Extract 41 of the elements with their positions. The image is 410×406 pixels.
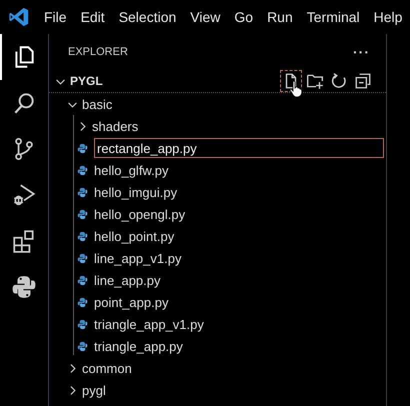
more-actions-button[interactable]: ··· [351, 44, 372, 60]
menu-item[interactable]: Run [260, 4, 300, 30]
refresh-icon[interactable] [330, 72, 348, 90]
menu-item[interactable]: Terminal [300, 4, 367, 30]
python-file-icon [77, 186, 88, 198]
python-file-icon [77, 164, 88, 176]
new-folder-icon[interactable] [306, 72, 324, 90]
menu-item[interactable]: Help [366, 4, 410, 30]
menu-item[interactable]: Selection [112, 4, 184, 30]
file-name[interactable]: point_app.py [94, 294, 168, 310]
sidebar-title: EXPLORER [68, 46, 128, 58]
python-file-icon [77, 252, 88, 264]
folder-name[interactable]: shaders [92, 118, 138, 134]
folder-name[interactable]: common [82, 360, 132, 376]
file-name[interactable]: line_app.py [94, 272, 160, 288]
collapse-all-icon[interactable] [354, 72, 372, 90]
rename-input-field[interactable]: rectangle_app.py [94, 138, 384, 158]
hand-cursor-icon [289, 80, 303, 98]
python-icon[interactable] [11, 274, 37, 300]
python-file-icon [77, 230, 88, 242]
python-file-icon [77, 208, 88, 220]
file-name[interactable]: triangle_app_v1.py [94, 316, 204, 332]
menu-item[interactable]: Edit [74, 4, 112, 30]
python-file-icon [77, 296, 88, 308]
editor-logo-icon [8, 6, 30, 28]
folder-name[interactable]: basic [82, 96, 112, 112]
file-name[interactable]: hello_point.py [94, 228, 174, 244]
menu-item[interactable]: Go [227, 4, 260, 30]
folder-section-header[interactable]: PYGL [49, 70, 103, 92]
python-file-icon [77, 142, 88, 154]
file-name[interactable]: line_app_v1.py [94, 250, 182, 266]
file-name[interactable]: hello_glfw.py [94, 162, 168, 178]
file-name[interactable]: hello_imgui.py [94, 184, 178, 200]
python-file-icon [77, 340, 88, 352]
file-name[interactable]: hello_opengl.py [94, 206, 186, 222]
python-file-icon [77, 318, 88, 330]
menu-item[interactable]: File [37, 4, 74, 30]
file-name[interactable]: triangle_app.py [94, 338, 183, 354]
python-file-icon [77, 274, 88, 286]
menu-item[interactable]: View [183, 4, 228, 30]
folder-name[interactable]: pygl [82, 382, 106, 398]
